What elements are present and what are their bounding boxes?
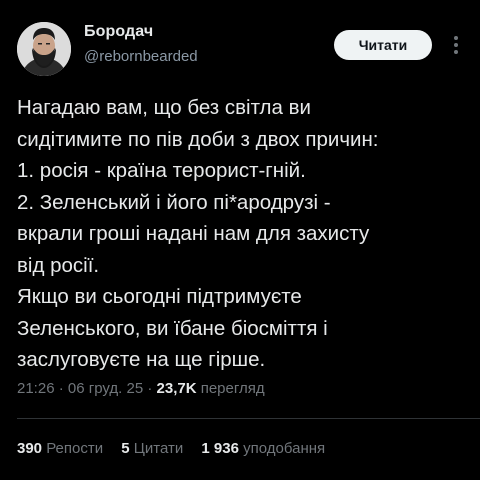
stat-count: 1 936 <box>201 440 239 457</box>
tweet-card: Бородач @rebornbearded Читати Нагадаю ва… <box>0 0 480 480</box>
views-count: 23,7K <box>156 380 197 397</box>
divider <box>17 418 480 419</box>
meta-separator: · <box>147 380 153 397</box>
views-label: перегляд <box>200 380 265 397</box>
follow-button[interactable]: Читати <box>334 30 432 60</box>
tweet-date[interactable]: 06 груд. 25 <box>68 380 143 397</box>
stat-reposts[interactable]: 390 Репости <box>17 440 107 457</box>
stat-count: 5 <box>121 440 130 457</box>
stat-count: 390 <box>17 440 43 457</box>
author-display-name[interactable]: Бородач <box>84 23 153 41</box>
tweet-time[interactable]: 21:26 <box>17 380 55 397</box>
more-vertical-icon[interactable] <box>452 34 460 56</box>
stat-label: Цитати <box>133 440 184 457</box>
stat-label: Репости <box>46 440 104 457</box>
avatar[interactable] <box>17 22 71 76</box>
author-handle[interactable]: @rebornbearded <box>84 48 198 65</box>
stat-likes[interactable]: 1 936 уподобання <box>201 440 325 457</box>
engagement-stats: 390 Репости 5 Цитати 1 936 уподобання <box>17 440 339 457</box>
stat-label: уподобання <box>243 440 326 457</box>
tweet-text: Нагадаю вам, що без світла ви сидітимите… <box>17 96 379 371</box>
stat-quotes[interactable]: 5 Цитати <box>121 440 187 457</box>
meta-separator: · <box>58 380 64 397</box>
avatar-image <box>17 22 71 76</box>
tweet-meta: 21:26 · 06 груд. 25 · 23,7K перегляд <box>17 380 265 397</box>
